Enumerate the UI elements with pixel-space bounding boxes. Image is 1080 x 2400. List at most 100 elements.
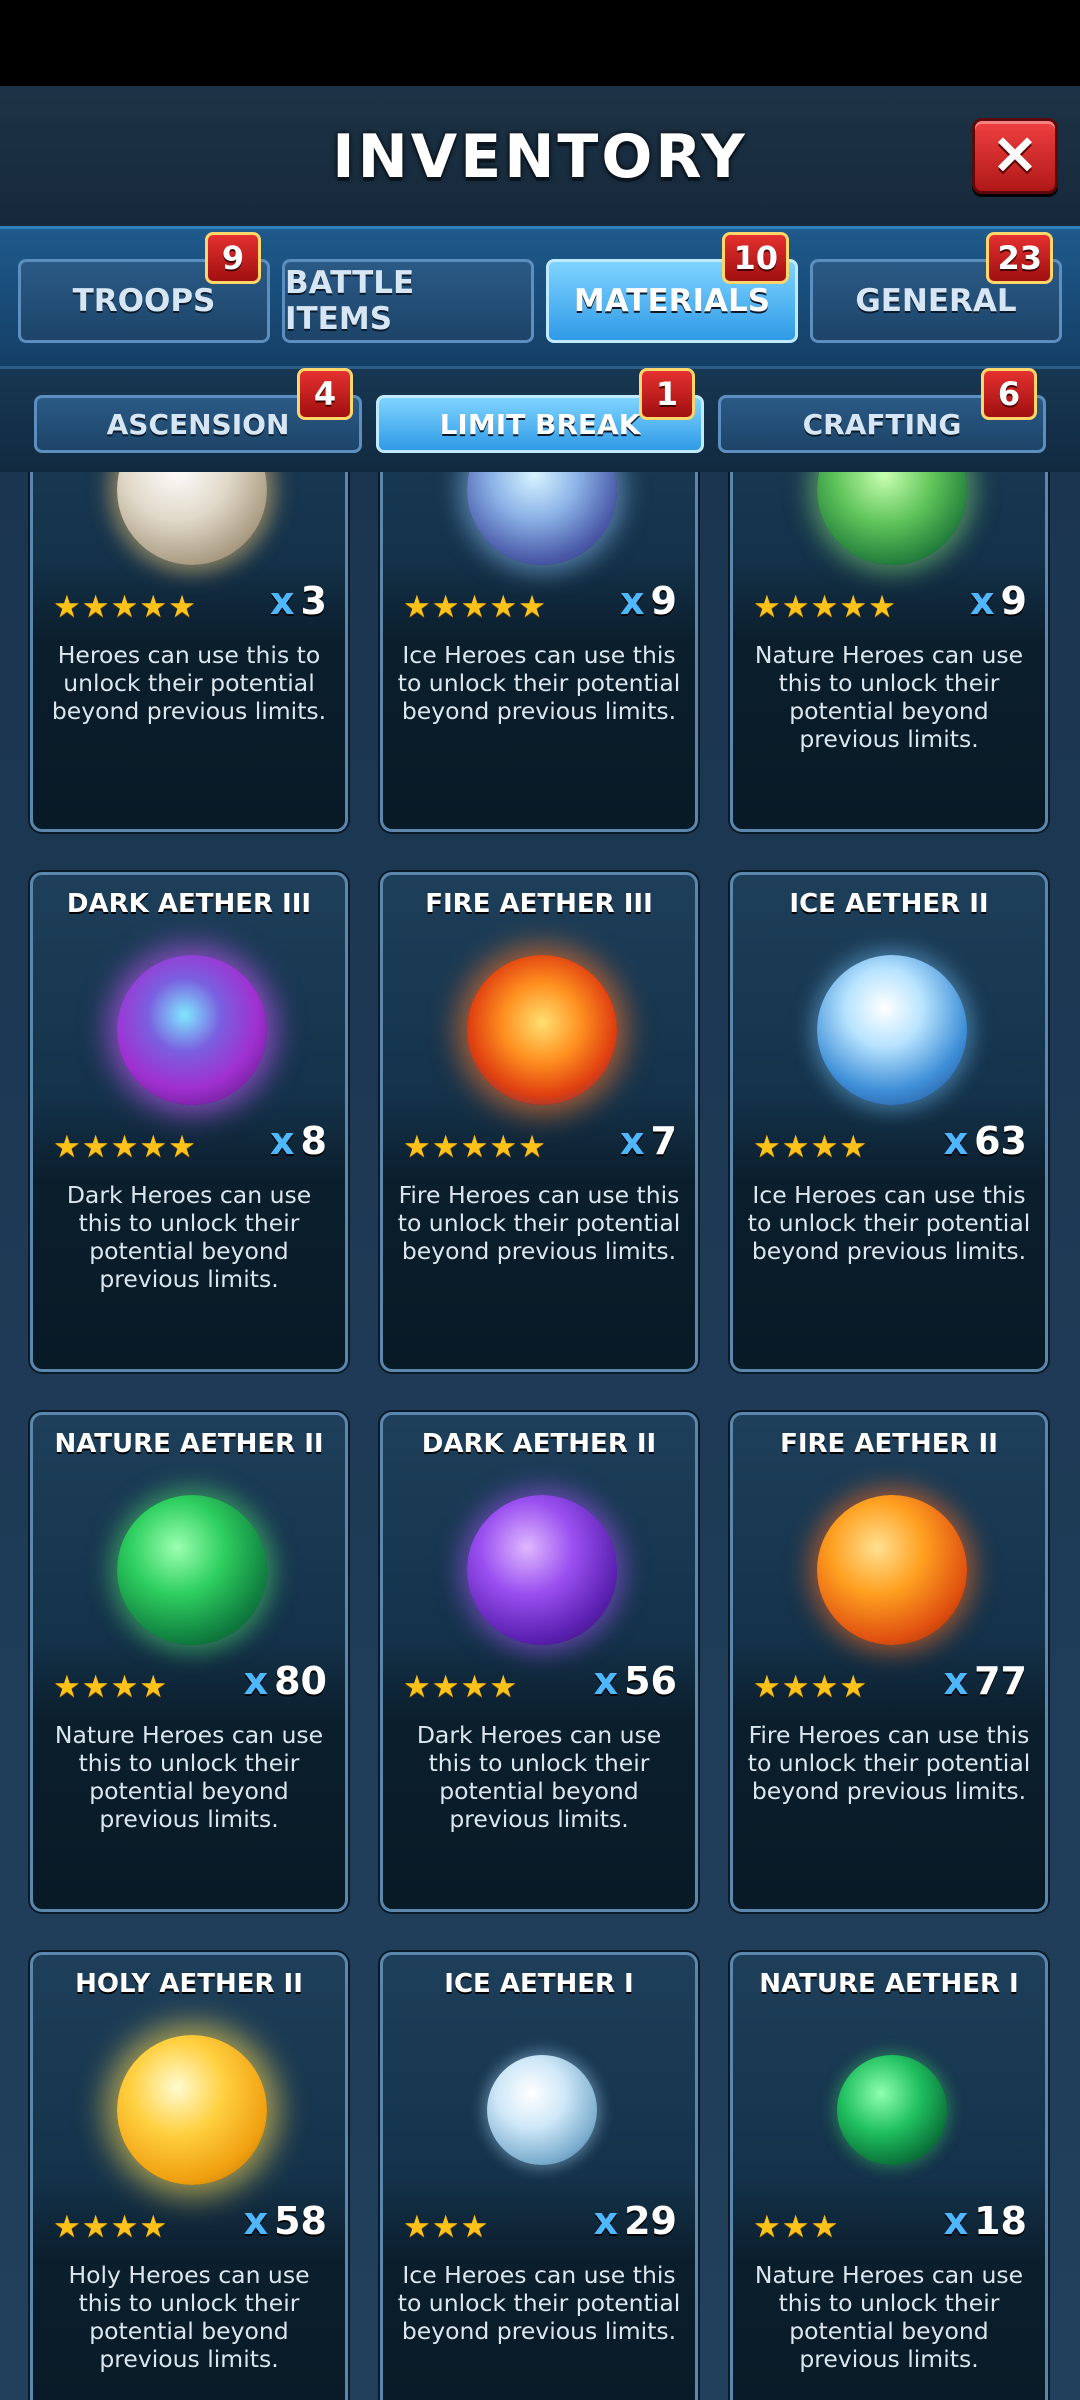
star-rating: ★★★★ (403, 1669, 519, 1704)
item-count: x9 (970, 579, 1027, 623)
item-card[interactable]: NATURE AETHER II ★★★★ x 80 Nature Heroes can… (30, 1412, 348, 1912)
item-name: DARK AETHER III (66, 889, 312, 919)
count-value: 63 (974, 1119, 1027, 1163)
item-name: HOLY AETHER II (75, 1969, 303, 1999)
item-card[interactable]: DARK AETHER III ★★★★★ x 8 Dark Heroes can us… (30, 872, 348, 1372)
subtab-ascension[interactable]: ASCENSION 4 (34, 368, 362, 453)
count-prefix: x (270, 1119, 295, 1163)
item-card[interactable]: HOLY AETHER II ★★★★ x 58 Holy Heroes can use… (30, 1952, 348, 2400)
item-count: x 77 (944, 1659, 1027, 1703)
notification-badge: 6 (981, 368, 1037, 420)
subtab-label: ASCENSION (106, 407, 290, 441)
star-rating: ★★★★★ (53, 589, 197, 624)
count-prefix: x (243, 1659, 269, 1703)
fire-aether-orb-icon (817, 1495, 967, 1645)
count-prefix: x (943, 2199, 969, 2243)
count-value: 29 (624, 2199, 677, 2243)
star-rating: ★★★★★ (403, 589, 547, 624)
tab-label: TROOPS (72, 283, 216, 319)
item-description: Dark Heroes can use this to unlock their… (66, 1181, 312, 1293)
header: INVENTORY ✕ (0, 86, 1080, 226)
item-card[interactable]: ICE AETHER II ★★★★ x 63 Ice Heroes can use t… (730, 872, 1048, 1372)
count-value: 9 (1000, 579, 1027, 623)
ice-aether-orb-icon (487, 2055, 597, 2165)
item-count: x7 (620, 1119, 677, 1163)
tab-general[interactable]: GENERAL 23 (810, 232, 1062, 343)
tab-troops[interactable]: TROOPS 9 (18, 232, 270, 343)
star-rating: ★★★★ (753, 1129, 869, 1164)
item-count: x 63 (944, 1119, 1027, 1163)
count-value: 18 (974, 2199, 1027, 2243)
item-count: x 56 (594, 1659, 677, 1703)
dark-aether-orb-icon (467, 1495, 617, 1645)
page-title: INVENTORY (332, 122, 748, 192)
tab-label: GENERAL (855, 283, 1017, 319)
item-description: Fire Heroes can use this to unlock their… (747, 1721, 1031, 1805)
item-name: DARK AETHER II (421, 1429, 657, 1459)
item-card[interactable]: ★★★★★ x 3 Heroes can use this to unlock the… (30, 472, 348, 832)
item-description: Ice Heroes can use this to unlock their … (397, 641, 681, 725)
nature-aether-orb-icon (117, 1495, 267, 1645)
count-prefix: x (593, 1659, 619, 1703)
count-value: 77 (974, 1659, 1027, 1703)
item-card[interactable]: DARK AETHER II ★★★★ x 56 Dark Heroes can use… (380, 1412, 698, 1912)
item-card[interactable]: ★★★★★ x 9 Ice Heroes can use this to unlock… (380, 472, 698, 832)
item-description: Nature Heroes can use this to unlock the… (754, 641, 1024, 753)
item-count: x 58 (244, 2199, 327, 2243)
item-count: x 18 (944, 2199, 1027, 2243)
tab-battle-items[interactable]: BATTLE ITEMS (282, 259, 534, 343)
main-tabs: TROOPS 9 BATTLE ITEMS MATERIALS 10 GENER… (0, 226, 1080, 366)
count-prefix: x (943, 1119, 969, 1163)
item-count: x9 (620, 579, 677, 623)
subtab-crafting[interactable]: CRAFTING 6 (718, 368, 1046, 453)
item-card[interactable]: NATURE AETHER I ★★★ x 18 Nature Heroes can u… (730, 1952, 1048, 2400)
count-prefix: x (620, 1119, 645, 1163)
close-icon: ✕ (992, 126, 1038, 186)
item-description: Ice Heroes can use this to unlock their … (397, 2261, 681, 2345)
item-card[interactable]: FIRE AETHER II ★★★★ x 77 Fire Heroes can use… (730, 1412, 1048, 1912)
star-rating: ★★★★★ (403, 1129, 547, 1164)
count-value: 9 (650, 579, 677, 623)
subtab-label: CRAFTING (802, 407, 962, 441)
item-count: x3 (270, 579, 327, 623)
star-rating: ★★★ (753, 2209, 840, 2244)
count-value: 7 (650, 1119, 677, 1163)
notification-badge: 4 (297, 368, 353, 420)
sub-tabs: ASCENSION 4 LIMIT BREAK 1 CRAFTING 6 (0, 366, 1080, 472)
item-name: ICE AETHER II (789, 889, 989, 919)
count-prefix: x (270, 579, 295, 623)
notification-badge: 23 (986, 232, 1053, 284)
notification-badge: 1 (639, 368, 695, 420)
nature-aether-orb-icon (837, 2055, 947, 2165)
item-count: x8 (270, 1119, 327, 1163)
item-card[interactable]: ★★★★★ x 9 Nature Heroes can use this to unl… (730, 472, 1048, 832)
count-value: 58 (274, 2199, 327, 2243)
count-prefix: x (943, 1659, 969, 1703)
close-button[interactable]: ✕ (972, 118, 1058, 194)
item-name: NATURE AETHER I (759, 1969, 1019, 1999)
count-value: 80 (274, 1659, 327, 1703)
count-prefix: x (243, 2199, 269, 2243)
count-prefix: x (593, 2199, 619, 2243)
inventory-grid[interactable]: ★★★★★ x 3 Heroes can use this to unlock the… (0, 472, 1080, 2400)
item-name: FIRE AETHER III (425, 889, 653, 919)
dark-aether-orb-icon (117, 955, 267, 1105)
star-rating: ★★★★★ (753, 589, 897, 624)
fire-aether-orb-icon (467, 955, 617, 1105)
tab-label: MATERIALS (573, 283, 771, 319)
item-count: x 80 (244, 1659, 327, 1703)
tab-materials[interactable]: MATERIALS 10 (546, 232, 798, 343)
ice-aether-orb-icon (817, 955, 967, 1105)
item-description: Ice Heroes can use this to unlock their … (747, 1181, 1031, 1265)
count-prefix: x (620, 579, 645, 623)
item-card[interactable]: ICE AETHER I ★★★ x 29 Ice Heroes can use thi… (380, 1952, 698, 2400)
ice-aether-orb-icon (467, 472, 617, 565)
tab-label: BATTLE ITEMS (285, 265, 415, 337)
subtab-limit-break[interactable]: LIMIT BREAK 1 (376, 368, 704, 453)
notification-badge: 10 (722, 232, 789, 284)
item-card[interactable]: FIRE AETHER III ★★★★★ x 7 Fire Heroes can us… (380, 872, 698, 1372)
count-value: 8 (300, 1119, 327, 1163)
item-name: FIRE AETHER II (780, 1429, 998, 1459)
holy-aether-orb-icon (117, 472, 267, 565)
item-count: x 29 (594, 2199, 677, 2243)
